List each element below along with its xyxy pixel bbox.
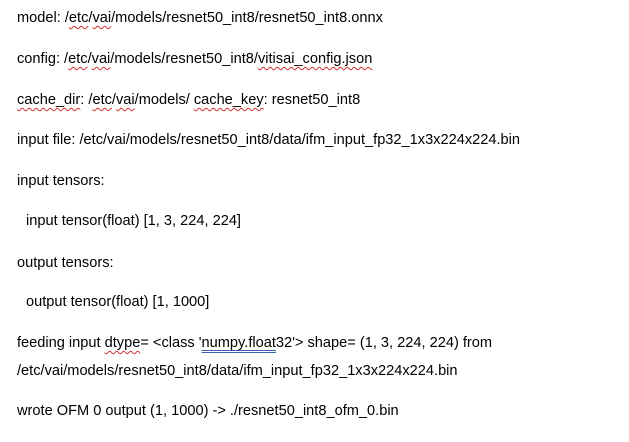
config-line: config: /etc/vai/models/resnet50_int8/vi…	[17, 51, 373, 67]
spell-flag-etc: etc	[68, 51, 88, 67]
spell-flag-vai: vai	[115, 92, 135, 108]
output-tensors-label: output tensors:	[17, 255, 114, 271]
spell-flag-dtype: dtype	[104, 335, 141, 351]
spell-flag-vitisai-config: vitisai_config.json	[257, 51, 373, 67]
wrote-ofm-line: wrote OFM 0 output (1, 1000) -> ./resnet…	[17, 403, 399, 419]
spell-flag-cache-dir: cache_dir	[17, 92, 81, 108]
spell-flag-vai: vai	[91, 51, 111, 67]
cache-line: cache_dir: /etc/vai/models/ cache_key: r…	[17, 92, 361, 108]
grammar-flag-numpy: numpy.float	[201, 335, 276, 351]
input-tensor-line: input tensor(float) [1, 3, 224, 224]	[26, 213, 241, 229]
model-line: model: /etc/vai/models/resnet50_int8/res…	[17, 10, 383, 26]
spell-flag-etc: etc	[68, 10, 89, 26]
feeding-line: feeding input dtype= <class 'numpy.float…	[17, 335, 493, 351]
spell-flag-cache-key: cache_key	[193, 92, 264, 108]
input-tensors-label: input tensors:	[17, 173, 105, 189]
document-body: model: /etc/vai/models/resnet50_int8/res…	[0, 0, 629, 442]
input-file-line: input file: /etc/vai/models/resnet50_int…	[17, 132, 521, 148]
output-tensor-line: output tensor(float) [1, 1000]	[26, 294, 210, 310]
spell-flag-etc: etc	[92, 92, 112, 108]
spell-flag-vai: vai	[92, 10, 112, 26]
feeding-path-line: /etc/vai/models/resnet50_int8/data/ifm_i…	[17, 363, 458, 379]
